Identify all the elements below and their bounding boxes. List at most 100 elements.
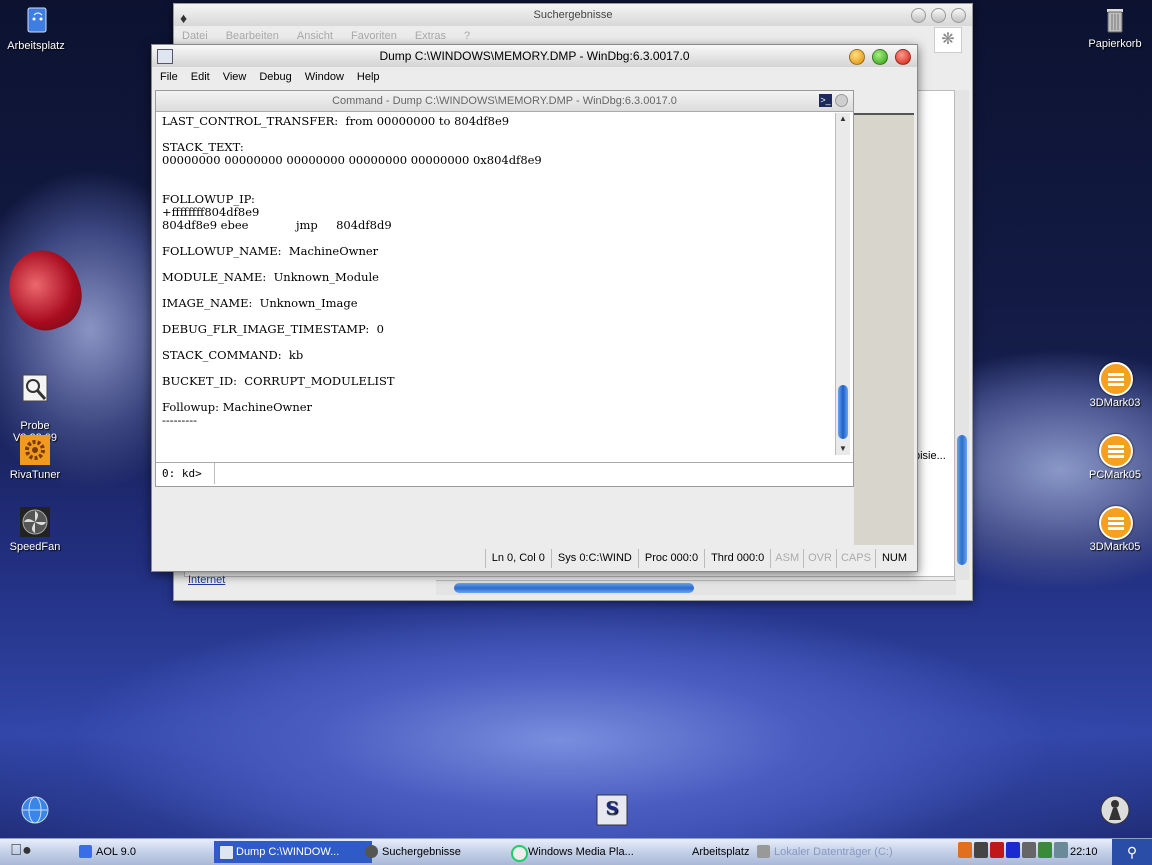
- dock-area: [854, 115, 914, 545]
- command-input[interactable]: [214, 463, 851, 484]
- prompt-label: 0: kd>: [162, 467, 202, 480]
- tray-flame-icon[interactable]: [958, 842, 972, 858]
- menu-help[interactable]: Help: [357, 67, 380, 87]
- command-window: Command - Dump C:\WINDOWS\MEMORY.DMP - W…: [155, 90, 854, 487]
- computer-icon: [20, 5, 52, 37]
- zoom-button[interactable]: [872, 49, 888, 65]
- svg-text:S: S: [606, 798, 619, 819]
- scroll-down-arrow-icon[interactable]: ▼: [836, 443, 850, 455]
- status-caps: CAPS: [835, 549, 875, 568]
- system-tray: [958, 842, 1068, 858]
- windbg-app-icon: [157, 49, 173, 64]
- soldier-icon: [1099, 794, 1131, 826]
- close-button[interactable]: [951, 8, 966, 23]
- explorer-vertical-scrollbar[interactable]: [954, 90, 969, 580]
- status-bar: Ln 0, Col 0 Sys 0:C:\WIND Proc 000:0 Thr…: [155, 549, 913, 568]
- maximize-button[interactable]: [931, 8, 946, 23]
- scroll-thumb[interactable]: [957, 435, 967, 565]
- search-results-icon: [365, 845, 378, 858]
- menu-edit[interactable]: Edit: [191, 67, 210, 87]
- status-position: Ln 0, Col 0: [484, 549, 551, 568]
- futuremark-icon: [1099, 362, 1133, 396]
- taskbar-button-media-player[interactable]: Windows Media Pla...: [506, 841, 664, 863]
- taskbar-button-lokaler-datentraeger[interactable]: Lokaler Datenträger (C:): [752, 841, 924, 863]
- command-window-titlebar[interactable]: Command - Dump C:\WINDOWS\MEMORY.DMP - W…: [156, 91, 853, 112]
- close-button[interactable]: [895, 49, 911, 65]
- minimize-button[interactable]: [849, 49, 865, 65]
- desktop-icon-shutdown[interactable]: S: [567, 794, 657, 829]
- explorer-titlebar[interactable]: ♦ Suchergebnisse: [174, 4, 972, 26]
- scroll-thumb[interactable]: [838, 385, 848, 439]
- desktop-icon-counterstrike[interactable]: [1070, 794, 1152, 829]
- output-vertical-scrollbar[interactable]: ▲ ▼: [835, 113, 850, 455]
- internet-link[interactable]: Internet: [188, 574, 225, 586]
- status-num: NUM: [874, 549, 913, 568]
- menu-favoriten[interactable]: Favoriten: [351, 26, 397, 46]
- search-icon[interactable]: ⚲: [1112, 839, 1152, 865]
- desktop-icon-pcmark05[interactable]: PCMark05: [1070, 434, 1152, 481]
- scroll-thumb[interactable]: [454, 583, 694, 593]
- gear-icon: [19, 434, 51, 466]
- menu-view[interactable]: View: [223, 67, 247, 87]
- menu-help[interactable]: ?: [464, 26, 470, 46]
- media-player-icon: [511, 845, 528, 862]
- tray-network-icon[interactable]: [974, 842, 988, 858]
- windbg-menubar: File Edit View Debug Window Help: [152, 67, 917, 87]
- wallpaper-heart: [0, 240, 92, 340]
- menu-debug[interactable]: Debug: [259, 67, 291, 87]
- desktop-icon-arbeitsplatz[interactable]: Arbeitsplatz: [0, 5, 81, 52]
- taskbar-button-aol[interactable]: AOL 9.0: [74, 841, 226, 863]
- tray-k-icon[interactable]: [990, 842, 1004, 858]
- desktop-icon-rivatuner[interactable]: RivaTuner: [0, 434, 80, 481]
- desktop-icon-papierkorb[interactable]: Papierkorb: [1070, 3, 1152, 50]
- menu-datei[interactable]: Datei: [182, 26, 208, 46]
- apple-logo-icon: ♦: [180, 10, 188, 26]
- probe-icon: [19, 373, 51, 405]
- desktop: Arbeitsplatz Papierkorb Probe V2.22.09 R…: [0, 0, 1152, 864]
- windbg-window: Dump C:\WINDOWS\MEMORY.DMP - WinDbg:6.3.…: [151, 44, 918, 572]
- futuremark-icon: [1099, 434, 1133, 468]
- tray-speedfan-icon[interactable]: [1038, 842, 1052, 858]
- explorer-horizontal-scrollbar[interactable]: [436, 580, 956, 595]
- loading-spinner-icon: ❋: [934, 27, 962, 53]
- desktop-icon-3dmark03[interactable]: 3DMark03: [1070, 362, 1152, 409]
- trash-icon: [1099, 3, 1131, 35]
- drive-icon: [757, 845, 770, 858]
- menu-file[interactable]: File: [160, 67, 178, 87]
- command-prompt-bar: 0: kd>: [156, 462, 853, 485]
- aol-icon: [79, 845, 92, 858]
- close-pane-icon[interactable]: [835, 94, 848, 107]
- menu-window[interactable]: Window: [305, 67, 344, 87]
- status-ovr: OVR: [803, 549, 836, 568]
- status-thrd: Thrd 000:0: [704, 549, 770, 568]
- scroll-up-arrow-icon[interactable]: ▲: [836, 113, 850, 125]
- desktop-icon-3dmark05[interactable]: 3DMark05: [1070, 506, 1152, 553]
- window-controls: [849, 49, 911, 65]
- tray-play-icon[interactable]: [1006, 842, 1020, 858]
- menu-ansicht[interactable]: Ansicht: [297, 26, 333, 46]
- taskbar-clock[interactable]: 22:10: [1070, 839, 1098, 865]
- status-sys: Sys 0:C:\WIND: [550, 549, 638, 568]
- fan-icon: [19, 506, 51, 538]
- taskbar: ● AOL 9.0 Dump C:\WINDOW... Suchergebni…: [0, 838, 1152, 865]
- status-proc: Proc 000:0: [637, 549, 704, 568]
- windbg-titlebar[interactable]: Dump C:\WINDOWS\MEMORY.DMP - WinDbg:6.3.…: [152, 45, 917, 67]
- globe-icon: [19, 794, 51, 826]
- taskbar-button-windbg[interactable]: Dump C:\WINDOW...: [214, 841, 372, 863]
- explorer-menubar: Datei Bearbeiten Ansicht Favoriten Extra…: [174, 26, 972, 46]
- debugger-output: LAST_CONTROL_TRANSFER: from 00000000 to …: [162, 115, 542, 427]
- desktop-icon-globe[interactable]: [0, 794, 80, 829]
- menu-extras[interactable]: Extras: [415, 26, 446, 46]
- taskbar-button-suchergebnisse[interactable]: Suchergebnisse: [360, 841, 517, 863]
- desktop-icon-speedfan[interactable]: SpeedFan: [0, 506, 80, 553]
- start-button[interactable]: ●: [8, 842, 34, 862]
- terminal-icon[interactable]: >_: [819, 94, 832, 107]
- tray-volume-icon[interactable]: [1022, 842, 1036, 858]
- minimize-button[interactable]: [911, 8, 926, 23]
- explorer-window-buttons: [911, 8, 966, 23]
- explorer-truncated-text: bisie...: [914, 450, 946, 462]
- menu-bearbeiten[interactable]: Bearbeiten: [226, 26, 279, 46]
- tray-misc-icon[interactable]: [1054, 842, 1068, 858]
- futuremark-icon: [1099, 506, 1133, 540]
- windbg-icon: [219, 845, 234, 860]
